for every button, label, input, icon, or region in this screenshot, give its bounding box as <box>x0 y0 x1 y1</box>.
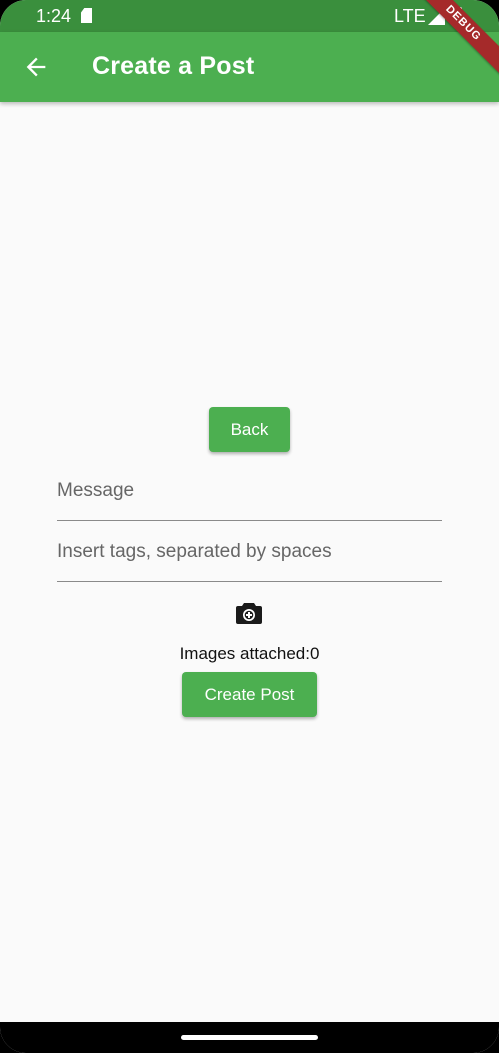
navigation-bar <box>0 1022 499 1053</box>
status-bar: 1:24 LTE <box>0 0 499 32</box>
phone-screen: 1:24 LTE Create a Post DEBUG Back Messag… <box>0 0 499 1053</box>
message-placeholder: Message <box>57 480 135 501</box>
status-time: 1:24 <box>36 6 72 26</box>
create-post-button[interactable]: Create Post <box>182 672 317 717</box>
add-a-photo-icon[interactable] <box>235 601 263 625</box>
sd-card-icon <box>81 8 92 23</box>
home-indicator[interactable] <box>181 1035 318 1040</box>
page-title: Create a Post <box>92 52 255 80</box>
arrow-back-icon[interactable] <box>22 53 50 81</box>
back-button[interactable]: Back <box>209 407 290 452</box>
images-attached-count: Images attached:0 <box>179 644 320 663</box>
message-underline <box>57 520 442 521</box>
tags-placeholder: Insert tags, separated by spaces <box>57 541 332 562</box>
network-type: LTE <box>394 6 426 26</box>
app-bar: Create a Post <box>0 32 499 102</box>
tags-underline <box>57 581 442 582</box>
